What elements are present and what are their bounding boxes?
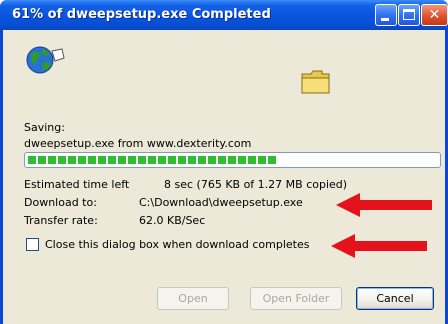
window-title: 61% of dweepsetup.exe Completed (12, 7, 271, 22)
transfer-rate-label: Transfer rate: (24, 214, 98, 227)
open-button[interactable]: Open (157, 287, 229, 310)
open-folder-button[interactable]: Open Folder (250, 287, 342, 310)
maximize-icon (403, 9, 415, 20)
saving-source: dweepsetup.exe from www.dexterity.com (24, 137, 252, 150)
saving-label: Saving: (24, 121, 65, 134)
red-arrow-icon (331, 234, 427, 258)
close-button[interactable]: ✕ (421, 4, 448, 26)
red-arrow-icon (336, 193, 432, 217)
transfer-rate-value: 62.0 KB/Sec (139, 214, 206, 227)
close-when-done-checkbox[interactable] (26, 238, 39, 251)
folder-icon (300, 68, 332, 96)
minimize-icon (381, 18, 389, 21)
title-bar[interactable]: 61% of dweepsetup.exe Completed ✕ (0, 0, 448, 30)
time-left-value: 8 sec (765 KB of 1.27 MB copied) (164, 178, 348, 191)
download-progress-bar (24, 152, 441, 168)
maximize-button[interactable] (398, 4, 420, 26)
globe-icon (26, 44, 66, 76)
dialog-body (3, 30, 445, 324)
download-to-value: C:\Download\dweepsetup.exe (139, 196, 303, 209)
cancel-button[interactable]: Cancel (356, 287, 434, 310)
close-when-done-label[interactable]: Close this dialog box when download comp… (45, 238, 309, 251)
download-to-label: Download to: (24, 196, 97, 209)
time-left-label: Estimated time left (24, 178, 130, 191)
progress-fill (28, 156, 277, 164)
close-icon: ✕ (428, 7, 441, 23)
minimize-button[interactable] (375, 4, 397, 26)
